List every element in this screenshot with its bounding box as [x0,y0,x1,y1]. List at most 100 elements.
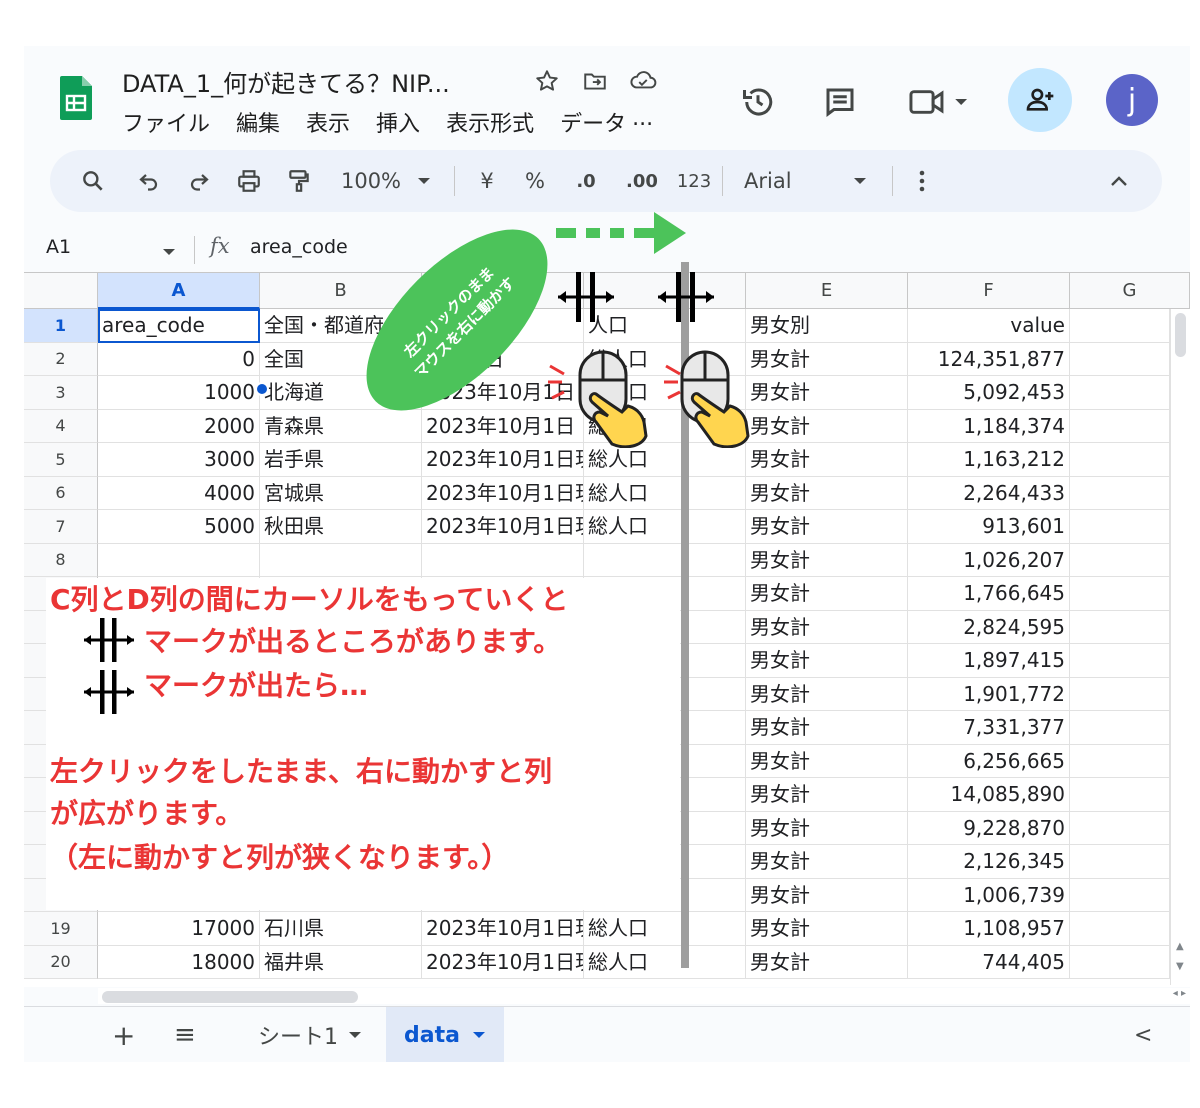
cell-f[interactable]: 2,264,433 [908,476,1070,510]
cell-g[interactable] [1070,778,1170,812]
cell-f[interactable]: 14,085,890 [908,778,1070,812]
cell-f[interactable]: 1,901,772 [908,677,1070,711]
column-header-f[interactable]: F [908,273,1070,309]
vertical-scroll-thumb[interactable] [1175,313,1186,357]
cell-f[interactable]: 2,824,595 [908,610,1070,644]
comments-icon[interactable] [818,80,862,124]
cell-a[interactable]: 18000 [98,945,260,979]
cell-a[interactable] [98,543,260,577]
zoom-dropdown-icon[interactable] [414,150,434,212]
cell-f[interactable]: 1,897,415 [908,644,1070,678]
cell-b[interactable]: 福井県 [260,945,422,979]
sheet-nav-button[interactable]: < [1134,1007,1152,1062]
star-icon[interactable] [532,66,562,96]
row-header[interactable]: 5 [24,443,98,477]
name-box-dropdown-icon[interactable] [162,242,176,261]
cell-g[interactable] [1070,811,1170,845]
cell-e[interactable]: 男女計 [746,677,908,711]
more-formats-button[interactable]: 123 [674,150,714,212]
cell-g[interactable] [1070,510,1170,544]
add-sheet-button[interactable]: + [112,1007,135,1062]
vertical-scrollbar[interactable]: ▲ ▼ [1170,309,1190,985]
font-select[interactable]: Arial [744,150,804,212]
sheets-logo-icon[interactable] [60,70,92,126]
all-sheets-button[interactable]: ≡ [174,1007,196,1062]
select-all-corner[interactable] [24,273,98,309]
cell-f[interactable]: 913,601 [908,510,1070,544]
cell-g[interactable] [1070,744,1170,778]
cell-g[interactable] [1070,912,1170,946]
collapse-toolbar-icon[interactable] [1104,150,1134,212]
meet-button[interactable] [904,80,974,124]
cell-e[interactable]: 男女計 [746,711,908,745]
cell-f[interactable]: 7,331,377 [908,711,1070,745]
sheet-tab-1-dropdown-icon[interactable] [348,1030,362,1040]
cell-e[interactable]: 男女計 [746,610,908,644]
zoom-select[interactable]: 100% [336,150,406,212]
row-header[interactable]: 19 [24,912,98,946]
cell-b[interactable] [260,543,422,577]
cell-e[interactable]: 男女計 [746,644,908,678]
cell-e[interactable]: 男女計 [746,744,908,778]
row-header[interactable]: 1 [24,309,98,343]
cell-a[interactable]: 5000 [98,510,260,544]
row-header[interactable]: 2 [24,342,98,376]
cell-d[interactable]: 総人口 [584,443,746,477]
cell-f[interactable]: 1,026,207 [908,543,1070,577]
scroll-down-icon[interactable]: ▼ [1176,961,1184,972]
scroll-left-right-icon[interactable]: ◂ ▸ [1173,988,1186,999]
column-header-e[interactable]: E [746,273,908,309]
column-header-g[interactable]: G [1070,273,1190,309]
cell-f[interactable]: 1,184,374 [908,409,1070,443]
decrease-decimal-button[interactable]: .0 [566,150,606,212]
menu-file[interactable]: ファイル [122,106,210,138]
scroll-up-icon[interactable]: ▲ [1176,941,1184,952]
cell-g[interactable] [1070,711,1170,745]
cell-f[interactable]: 1,766,645 [908,577,1070,611]
cell-f[interactable]: 1,108,957 [908,912,1070,946]
cell-f[interactable]: 1,006,739 [908,878,1070,912]
cell-a[interactable]: 1000 [98,376,260,410]
cell-g[interactable] [1070,476,1170,510]
menu-more[interactable]: ... [632,106,653,138]
cell-a[interactable]: area_code [98,309,260,343]
sheet-tab-1[interactable]: シート1 [258,1007,362,1062]
cell-f[interactable]: 2,126,345 [908,845,1070,879]
cell-b[interactable]: 青森県 [260,409,422,443]
cell-e[interactable]: 男女計 [746,912,908,946]
cell-g[interactable] [1070,543,1170,577]
cell-f[interactable]: 1,163,212 [908,443,1070,477]
menu-view[interactable]: 表示 [306,106,350,138]
row-header[interactable]: 6 [24,476,98,510]
cell-f[interactable]: 744,405 [908,945,1070,979]
cell-d[interactable]: 総人口 [584,945,746,979]
cell-f[interactable]: 9,228,870 [908,811,1070,845]
cell-g[interactable] [1070,677,1170,711]
formula-input[interactable]: area_code [250,236,348,258]
horizontal-scrollbar[interactable]: ◂ ▸ [98,988,1190,1004]
cell-a[interactable]: 2000 [98,409,260,443]
cell-g[interactable] [1070,644,1170,678]
row-header[interactable]: 20 [24,945,98,979]
cell-e[interactable]: 男女計 [746,878,908,912]
search-menus-icon[interactable] [76,150,110,212]
increase-decimal-button[interactable]: .00 [620,150,664,212]
cell-g[interactable] [1070,409,1170,443]
cell-f[interactable]: 6,256,665 [908,744,1070,778]
cell-c[interactable]: 2023年10月1日現 [422,510,584,544]
sheet-tab-data[interactable]: data [386,1007,504,1062]
cell-d[interactable]: 総人口 [584,476,746,510]
move-to-folder-icon[interactable] [580,66,610,96]
cell-b[interactable]: 岩手県 [260,443,422,477]
cell-g[interactable] [1070,443,1170,477]
percent-format-button[interactable]: % [520,150,550,212]
cell-d[interactable] [584,543,746,577]
horizontal-scroll-thumb[interactable] [102,991,358,1003]
menu-insert[interactable]: 挿入 [376,106,420,138]
currency-format-button[interactable]: ¥ [472,150,502,212]
cell-e[interactable]: 男女計 [746,845,908,879]
cell-f[interactable]: 5,092,453 [908,376,1070,410]
cell-a[interactable]: 17000 [98,912,260,946]
paint-format-icon[interactable] [282,150,316,212]
cell-f[interactable]: 124,351,877 [908,342,1070,376]
